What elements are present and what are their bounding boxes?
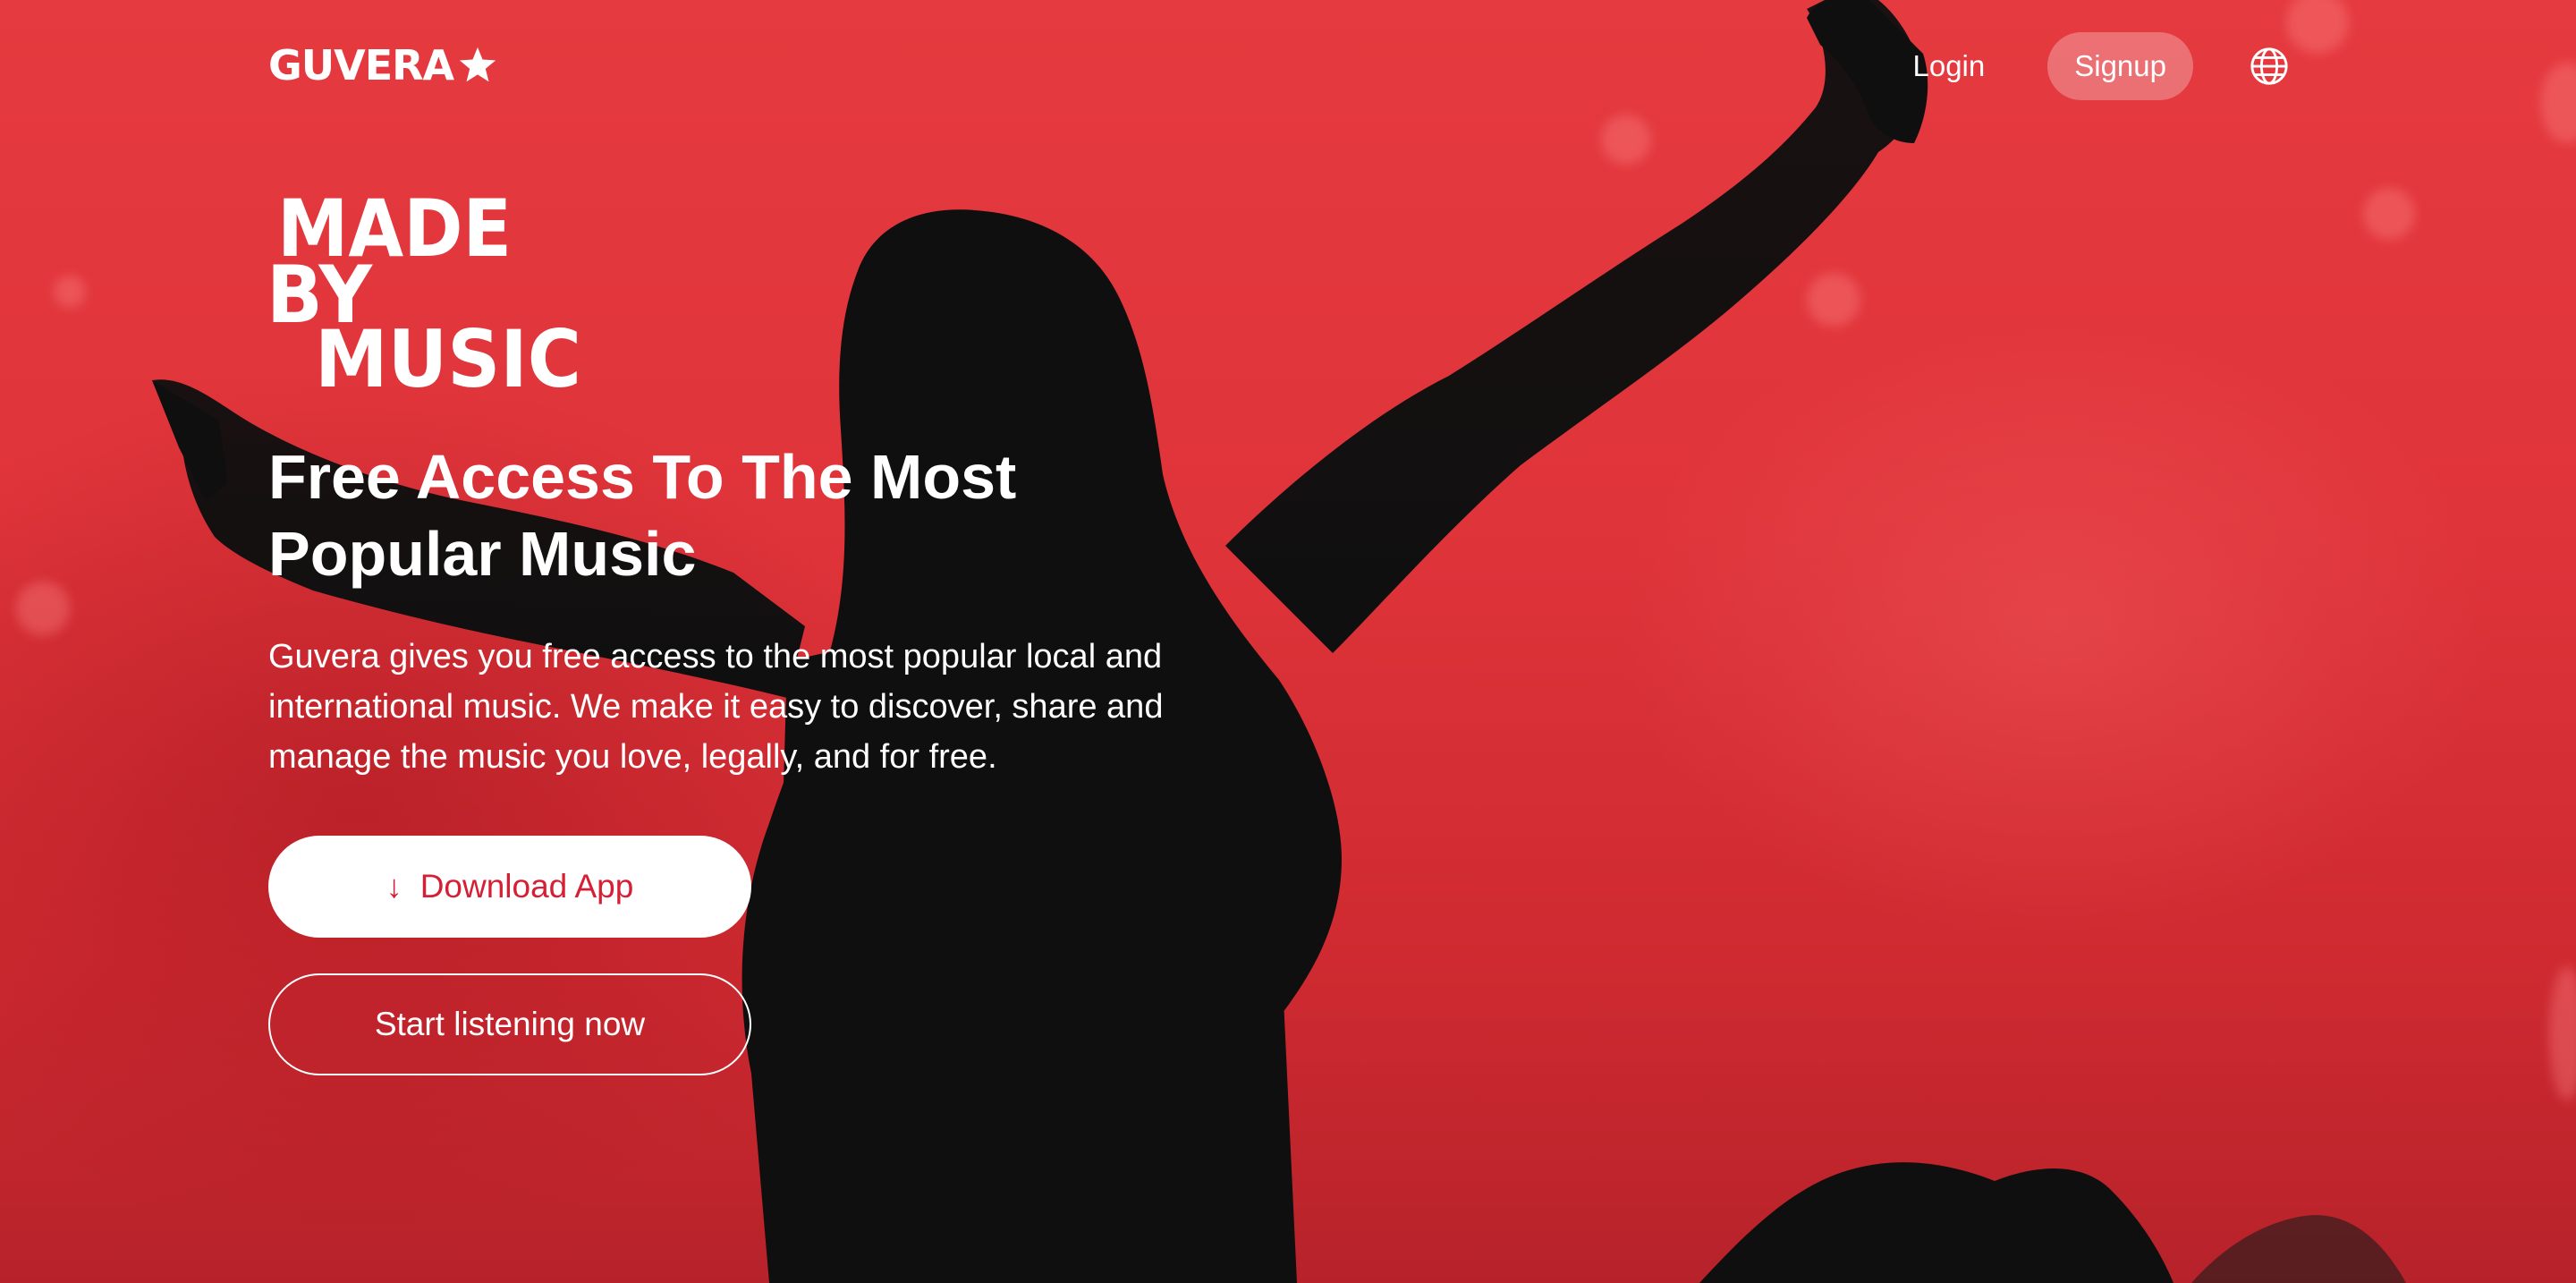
top-nav: Login Signup bbox=[1912, 32, 2290, 100]
start-listening-button[interactable]: Start listening now bbox=[268, 973, 751, 1075]
signup-button[interactable]: Signup bbox=[2047, 32, 2193, 100]
start-listening-label: Start listening now bbox=[374, 1006, 646, 1042]
headline-line-2: Popular Music bbox=[268, 519, 697, 589]
headline-line-1: Free Access To The Most bbox=[268, 442, 1017, 512]
download-app-label: Download App bbox=[419, 868, 634, 905]
globe-icon[interactable] bbox=[2249, 46, 2290, 87]
logo-text: GUVERA bbox=[268, 41, 454, 89]
download-app-button[interactable]: ↓ Download App bbox=[268, 836, 751, 938]
guvera-logo[interactable]: GUVERA bbox=[268, 41, 498, 89]
made-by-music-badge: MADE BY MUSIC bbox=[267, 188, 581, 394]
hero-section: GUVERA Login Signup MADE BY MUSIC Free A… bbox=[0, 0, 2576, 1283]
hero-description: Guvera gives you free access to the most… bbox=[268, 638, 1164, 776]
badge-line-music: MUSIC bbox=[315, 313, 581, 394]
login-link[interactable]: Login bbox=[1912, 35, 1985, 98]
hero-headline: Free Access To The Most Popular Music bbox=[268, 438, 1163, 592]
star-icon bbox=[460, 47, 496, 82]
arrow-down-icon: ↓ bbox=[386, 868, 402, 905]
